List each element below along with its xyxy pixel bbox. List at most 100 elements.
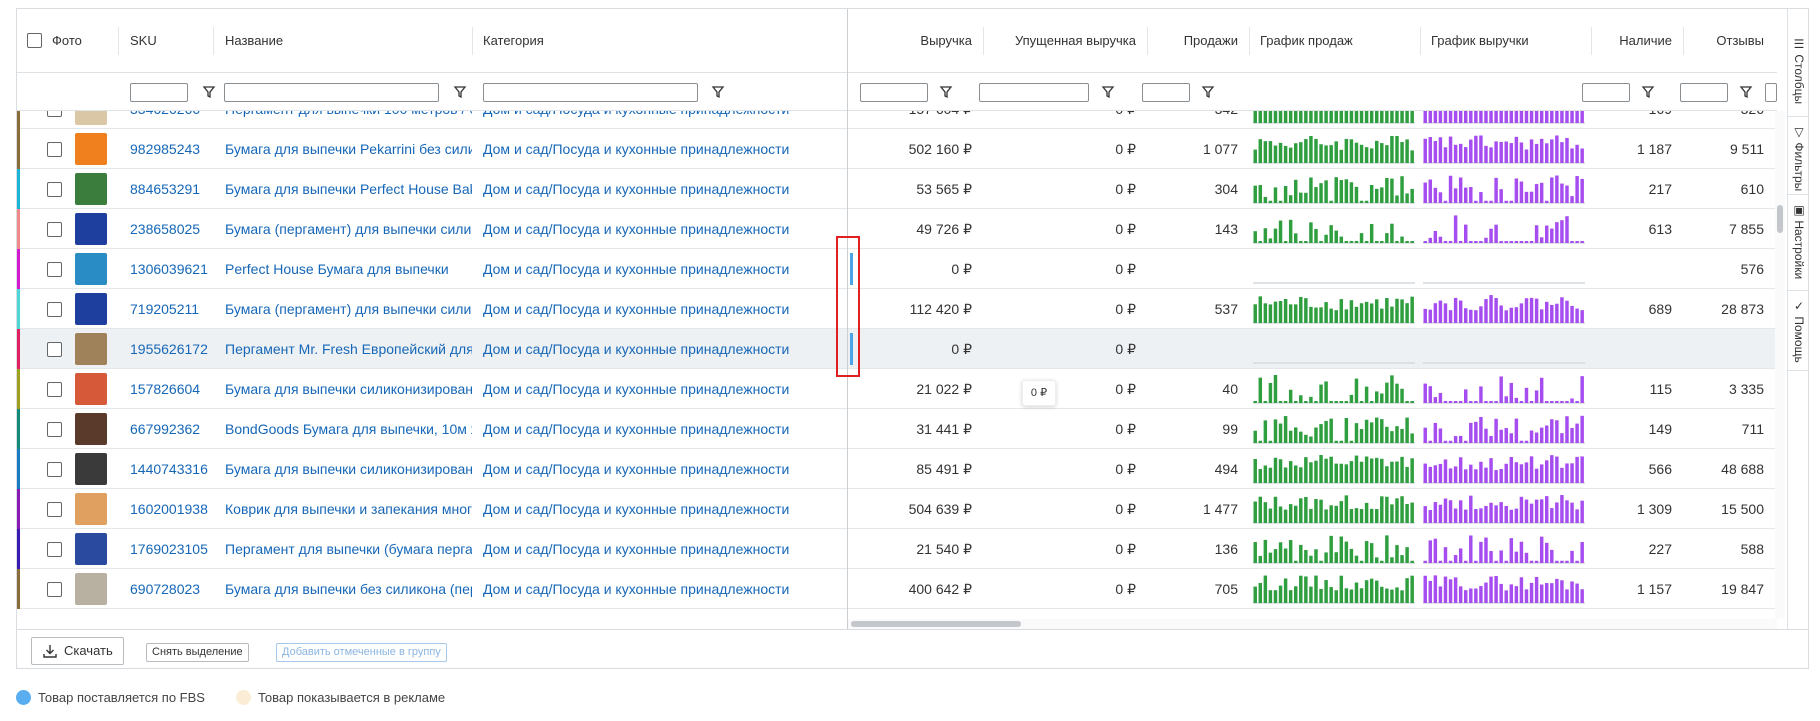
product-photo[interactable] [75, 213, 107, 245]
revenue-sparkline[interactable] [1423, 214, 1585, 244]
sku-link[interactable]: 334626266 [120, 111, 213, 129]
sku-link[interactable]: 690728023 [120, 569, 213, 609]
row-checkbox[interactable] [47, 262, 62, 277]
table-row[interactable]: 1440743316 Бумага для выпечки силиконизир… [17, 449, 1777, 489]
revenue-sparkline[interactable] [1423, 574, 1585, 604]
product-name-link[interactable]: Пергамент Mr. Fresh Европейский для выпе… [215, 329, 472, 369]
col-sales-header[interactable]: Продажи [1148, 9, 1248, 73]
product-name-link[interactable]: Бумага для выпечки Perfect House Baking … [215, 169, 472, 209]
col-revenue-chart-header[interactable]: График выручки [1421, 9, 1539, 73]
category-link[interactable]: Дом и сад/Посуда и кухонные принадлежнос… [473, 249, 847, 289]
table-row[interactable]: 719205211 Бумага (пергамент) для выпечки … [17, 289, 1777, 329]
sales-sparkline[interactable] [1253, 111, 1415, 124]
revenue-sparkline[interactable] [1423, 134, 1585, 164]
col-reviews-header[interactable]: Отзывы [1684, 9, 1774, 73]
tab-settings[interactable]: ▣ Настройки [1788, 195, 1808, 291]
row-checkbox[interactable] [47, 382, 62, 397]
row-checkbox[interactable] [47, 142, 62, 157]
category-link[interactable]: Дом и сад/Посуда и кухонные принадлежнос… [473, 369, 847, 409]
horizontal-scroll-thumb[interactable] [851, 621, 1021, 627]
sku-link[interactable]: 1955626172 [120, 329, 213, 369]
name-filter-input[interactable] [224, 83, 439, 102]
product-photo[interactable] [75, 373, 107, 405]
sales-sparkline[interactable] [1253, 574, 1415, 604]
vertical-scroll-thumb[interactable] [1777, 205, 1783, 233]
sales-sparkline[interactable] [1253, 534, 1415, 564]
filter-icon[interactable] [1739, 85, 1753, 99]
product-photo[interactable] [75, 333, 107, 365]
category-link[interactable]: Дом и сад/Посуда и кухонные принадлежнос… [473, 529, 847, 569]
table-row[interactable]: 667992362 BondGoods Бумага для выпечки, 1… [17, 409, 1777, 449]
table-row[interactable]: 334626266Пергамент для выпечки 100 метро… [17, 111, 1777, 129]
sales-sparkline[interactable] [1253, 254, 1415, 284]
horizontal-scrollbar[interactable] [847, 619, 1777, 629]
product-name-link[interactable]: Пергамент для выпечки 100 метров / бумаг… [215, 111, 472, 129]
revenue-sparkline[interactable] [1423, 294, 1585, 324]
sku-link[interactable]: 1602001938 [120, 489, 213, 529]
category-link[interactable]: Дом и сад/Посуда и кухонные принадлежнос… [473, 569, 847, 609]
product-name-link[interactable]: Бумага (пергамент) для выпечки силикониз… [215, 289, 472, 329]
filter-icon[interactable] [1101, 85, 1115, 99]
product-photo[interactable] [75, 293, 107, 325]
row-checkbox[interactable] [47, 111, 62, 117]
filter-icon[interactable] [1201, 85, 1215, 99]
revenue-sparkline[interactable] [1423, 454, 1585, 484]
filter-icon[interactable] [711, 85, 725, 99]
product-photo[interactable] [75, 533, 107, 565]
col-name-header[interactable]: Название [215, 9, 293, 73]
sku-link[interactable]: 982985243 [120, 129, 213, 169]
product-name-link[interactable]: Коврик для выпечки и запекания многоразо… [215, 489, 472, 529]
product-photo[interactable] [75, 133, 107, 165]
row-checkbox[interactable] [47, 222, 62, 237]
sku-link[interactable]: 1440743316 [120, 449, 213, 489]
col-separator[interactable] [213, 27, 214, 55]
sales-sparkline[interactable] [1253, 214, 1415, 244]
col-category-header[interactable]: Категория [473, 9, 554, 73]
lost-revenue-filter-input[interactable] [979, 83, 1089, 102]
product-photo[interactable] [75, 253, 107, 285]
sales-sparkline[interactable] [1253, 414, 1415, 444]
sales-sparkline[interactable] [1253, 334, 1415, 364]
tab-columns[interactable]: ☰ Столбцы [1788, 29, 1808, 117]
product-name-link[interactable]: Бумага для выпечки Pekarrini без силикон… [215, 129, 472, 169]
download-button[interactable]: Скачать [31, 637, 124, 665]
product-name-link[interactable]: Бумага для выпечки силиконизированная / … [215, 369, 472, 409]
product-photo[interactable] [75, 413, 107, 445]
filter-icon[interactable] [939, 85, 953, 99]
category-filter-input[interactable] [483, 83, 698, 102]
row-checkbox[interactable] [47, 342, 62, 357]
sku-filter-input[interactable] [130, 83, 188, 102]
category-link[interactable]: Дом и сад/Посуда и кухонные принадлежнос… [473, 329, 847, 369]
revenue-sparkline[interactable] [1423, 534, 1585, 564]
table-row[interactable]: 690728023 Бумага для выпечки без силикона… [17, 569, 1777, 609]
col-separator[interactable] [118, 27, 119, 55]
revenue-filter-input[interactable] [860, 83, 928, 102]
revenue-sparkline[interactable] [1423, 254, 1585, 284]
col-sales-chart-header[interactable]: График продаж [1250, 9, 1363, 73]
next-filter-input[interactable] [1765, 83, 1777, 102]
sku-link[interactable]: 884653291 [120, 169, 213, 209]
revenue-sparkline[interactable] [1423, 494, 1585, 524]
row-checkbox[interactable] [47, 582, 62, 597]
product-photo[interactable] [75, 573, 107, 605]
product-name-link[interactable]: Пергамент для выпечки (бумага пергаментн… [215, 529, 472, 569]
row-checkbox[interactable] [47, 542, 62, 557]
col-revenue-header[interactable]: Выручка [850, 9, 982, 73]
category-link[interactable]: Дом и сад/Посуда и кухонные принадлежнос… [473, 169, 847, 209]
revenue-sparkline[interactable] [1423, 111, 1585, 124]
category-link[interactable]: Дом и сад/Посуда и кухонные принадлежнос… [473, 289, 847, 329]
col-photo-header[interactable]: Фото [42, 9, 92, 73]
sku-link[interactable]: 1769023105 [120, 529, 213, 569]
table-row[interactable]: 884653291 Бумага для выпечки Perfect Hous… [17, 169, 1777, 209]
category-link[interactable]: Дом и сад/Посуда и кухонные принадлежнос… [473, 129, 847, 169]
revenue-sparkline[interactable] [1423, 174, 1585, 204]
product-photo[interactable] [75, 111, 107, 125]
sales-sparkline[interactable] [1253, 294, 1415, 324]
filter-icon[interactable] [1641, 85, 1655, 99]
tab-filters[interactable]: ▽ Фильтры [1788, 117, 1808, 195]
sku-link[interactable]: 719205211 [120, 289, 213, 329]
row-checkbox[interactable] [47, 422, 62, 437]
product-name-link[interactable]: Бумага (пергамент) для выпечки силикониз… [215, 209, 472, 249]
sales-sparkline[interactable] [1253, 134, 1415, 164]
product-name-link[interactable]: Бумага для выпечки без силикона (пергаме… [215, 569, 472, 609]
